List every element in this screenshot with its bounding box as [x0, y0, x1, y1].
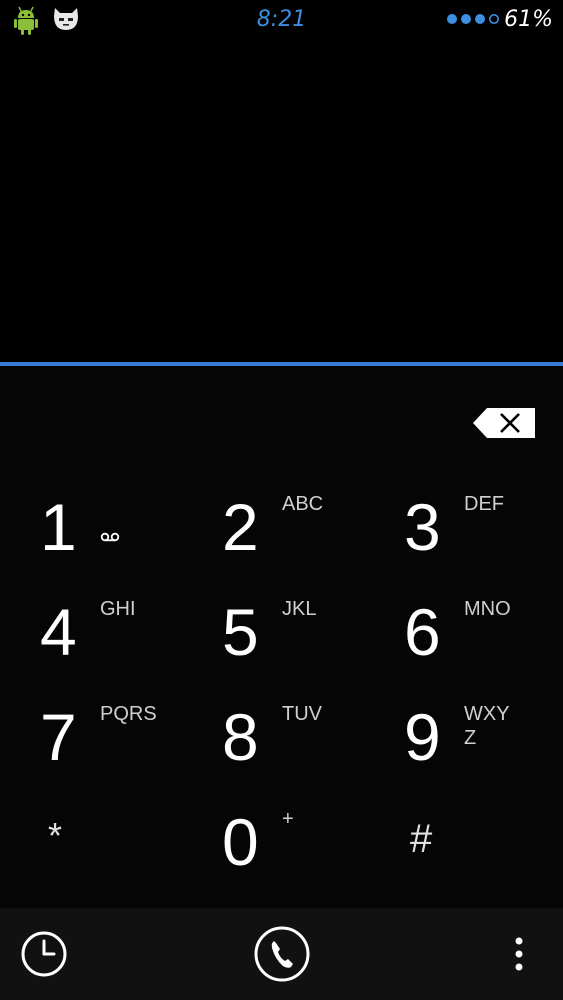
phone-call-icon[interactable]	[253, 925, 311, 983]
key-6[interactable]: 6 MNO	[364, 579, 546, 683]
key-digit: 2	[222, 490, 259, 564]
key-2[interactable]: 2 ABC	[182, 474, 364, 578]
key-9[interactable]: 9 WXY Z	[364, 684, 546, 788]
key-digit: 3	[404, 490, 441, 564]
key-letters: DEF	[464, 493, 504, 515]
key-letters: ABC	[282, 493, 324, 515]
key-8[interactable]: 8 TUV	[182, 684, 364, 788]
key-digit: 9	[404, 700, 441, 774]
key-digit: 4	[40, 595, 77, 669]
key-digit: 0	[222, 805, 259, 879]
key-4[interactable]: 4 GHI	[0, 579, 182, 683]
signal-dots-icon	[447, 14, 499, 24]
key-letters: MNO	[464, 598, 511, 620]
key-digit: 8	[222, 700, 259, 774]
clock-history-icon[interactable]	[20, 930, 68, 978]
key-digit: 7	[40, 700, 77, 774]
key-letters: JKL	[282, 598, 317, 620]
key-7[interactable]: 7 PQRS	[0, 684, 182, 788]
key-pound[interactable]: #	[364, 789, 546, 893]
key-letters: WXY Z	[464, 703, 510, 749]
key-letters: +	[282, 808, 294, 830]
overflow-menu-icon[interactable]	[508, 936, 530, 972]
battery-level: 61%	[504, 7, 553, 32]
key-5[interactable]: 5 JKL	[182, 579, 364, 683]
key-star[interactable]: *	[0, 789, 182, 893]
key-digit: #	[410, 817, 433, 861]
voicemail-icon	[100, 532, 120, 542]
backspace-icon[interactable]	[473, 408, 535, 438]
status-bar: 8:21 61%	[0, 0, 563, 40]
key-0[interactable]: 0 +	[182, 789, 364, 893]
digits-display-area[interactable]	[0, 40, 563, 362]
key-digit: *	[48, 815, 63, 856]
key-letters: GHI	[100, 598, 136, 620]
key-1[interactable]: 1	[0, 474, 182, 578]
key-letters: PQRS	[100, 703, 157, 725]
key-digit: 5	[222, 595, 259, 669]
key-digit: 1	[40, 490, 77, 564]
key-3[interactable]: 3 DEF	[364, 474, 546, 578]
key-digit: 6	[404, 595, 441, 669]
key-letters: TUV	[282, 703, 322, 725]
